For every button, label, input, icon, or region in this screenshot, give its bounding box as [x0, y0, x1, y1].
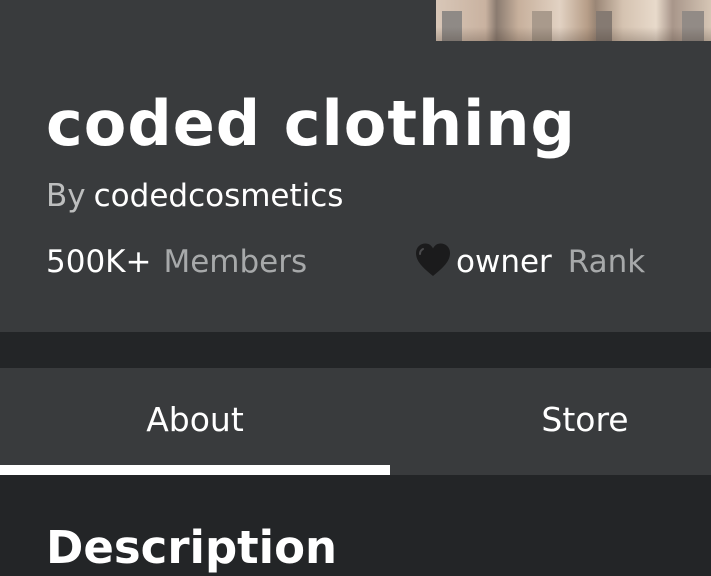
- tab-store[interactable]: Store: [390, 368, 711, 475]
- group-page: coded clothing By codedcosmetics 500K+ Mem…: [0, 0, 711, 576]
- group-thumbnail-image[interactable]: [436, 0, 711, 41]
- rank-label: Rank: [567, 244, 646, 280]
- members-count: 500K+: [46, 244, 152, 280]
- thumbnail-shade: [436, 27, 711, 41]
- group-tabs: About Store: [0, 368, 711, 475]
- tab-about[interactable]: About: [0, 368, 390, 475]
- group-owner-link[interactable]: codedcosmetics: [94, 178, 344, 214]
- description-heading: Description: [46, 521, 338, 574]
- group-header-card: coded clothing By codedcosmetics 500K+ Mem…: [0, 0, 711, 332]
- group-title: coded clothing: [46, 87, 576, 160]
- rank-name: owner: [456, 244, 552, 280]
- group-byline: By codedcosmetics: [46, 176, 343, 216]
- active-tab-indicator: [0, 465, 390, 475]
- black-heart-icon: [414, 242, 452, 278]
- rank-stat: owner Rank: [414, 242, 645, 282]
- members-stat: 500K+ Members: [46, 242, 307, 282]
- by-prefix: By: [46, 178, 86, 214]
- members-label: Members: [163, 244, 308, 280]
